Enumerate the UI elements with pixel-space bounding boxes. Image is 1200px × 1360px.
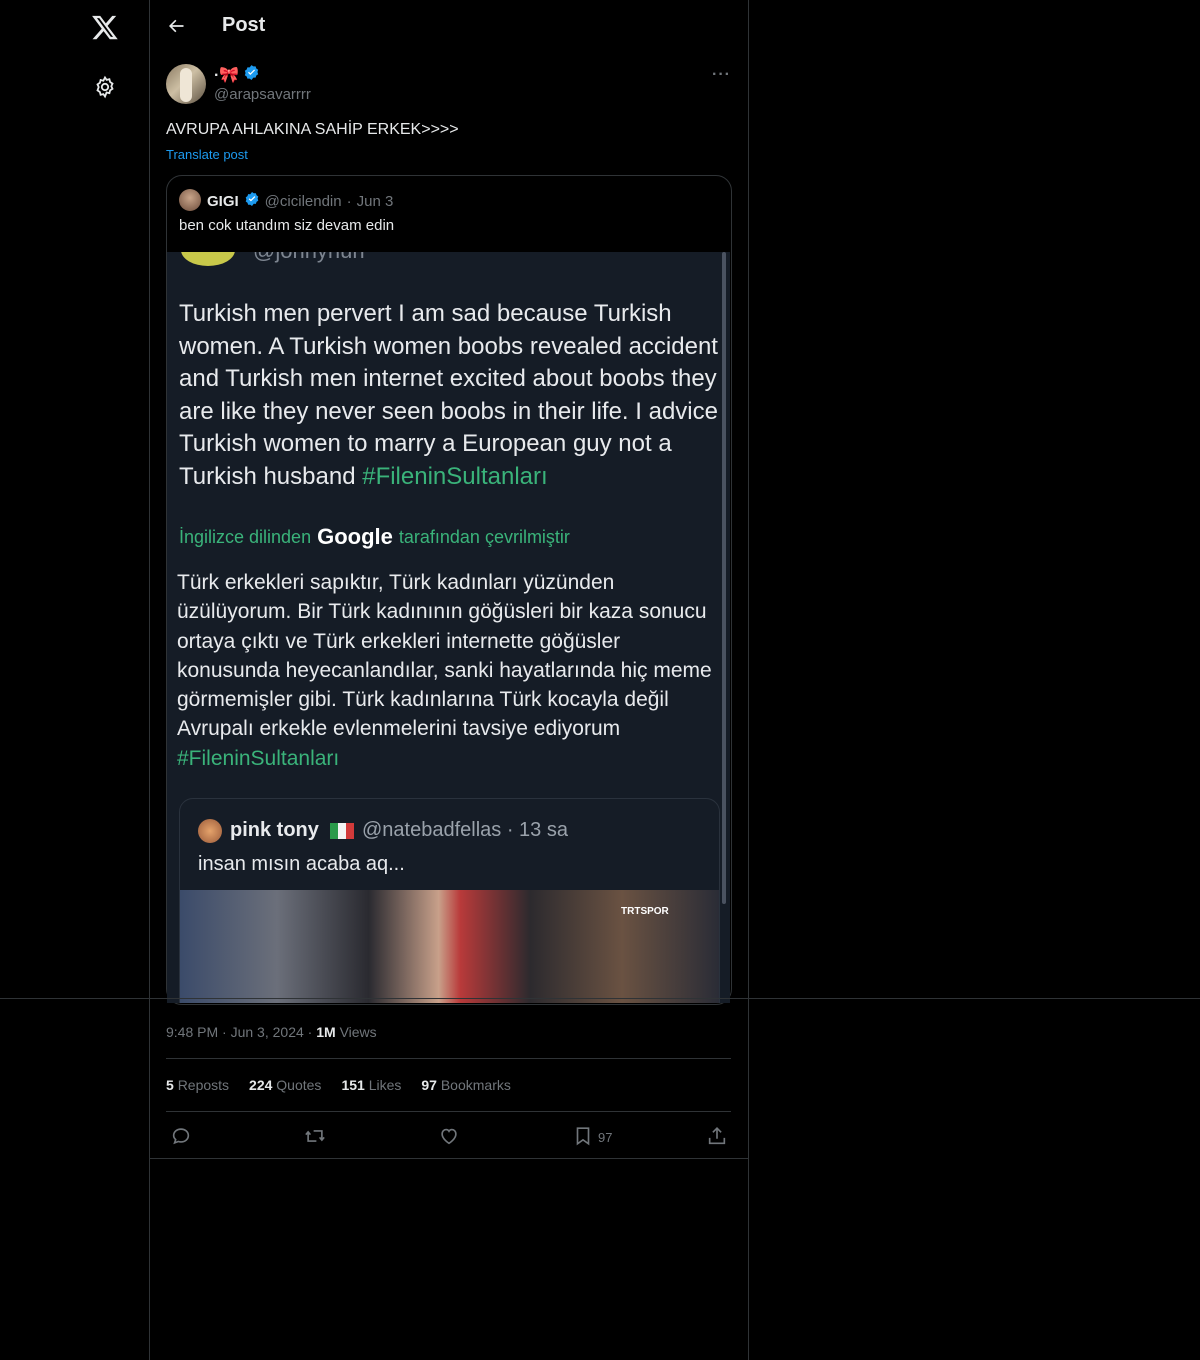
quotes-stat[interactable]: 224 Quotes <box>249 1077 321 1093</box>
media-inner-photo: TRTSPOR <box>180 890 719 1003</box>
bookmark-icon[interactable] <box>572 1125 594 1147</box>
media-english-body: Turkish men pervert I am sad because Tur… <box>179 300 718 490</box>
media-cut-avatar <box>181 252 235 266</box>
timestamp-separator: · <box>222 1024 231 1040</box>
page-title: Post <box>222 14 266 36</box>
divider <box>0 998 1200 999</box>
bookmarks-count: 97 <box>421 1077 437 1093</box>
translate-post-link[interactable]: Translate post <box>166 147 248 162</box>
engagement-stats: 5 Reposts 224 Quotes 151 Likes 97 Bookma… <box>166 1077 511 1093</box>
media-translated-prefix: İngilizce dilinden <box>179 526 312 547</box>
media-inner-quote-card: pink tony @natebadfellas · 13 sa insan m… <box>179 798 720 1003</box>
quote-separator: · <box>346 192 352 210</box>
views-label: Views <box>339 1024 377 1040</box>
quote-text: ben cok utandım siz devam edin <box>179 217 395 234</box>
x-logo-icon[interactable] <box>90 12 120 42</box>
likes-stat[interactable]: 151 Likes <box>341 1077 401 1093</box>
media-english-hashtag: #FileninSultanları <box>362 462 548 490</box>
author-name-row[interactable]: ·🎀 <box>214 64 260 86</box>
post-timestamp-row: 9:48 PM · Jun 3, 2024 · 1M Views <box>166 1024 377 1040</box>
bookmark-action-count: 97 <box>598 1130 613 1145</box>
quote-handle: @cicilendin <box>264 192 342 210</box>
quote-date: Jun 3 <box>356 192 394 210</box>
bookmarks-label: Bookmarks <box>440 1077 511 1093</box>
quote-media-image[interactable]: @johnyhurr Turkish men pervert I am sad … <box>167 252 730 1003</box>
author-display-name[interactable]: ·🎀 <box>214 65 239 85</box>
bookmarks-stat[interactable]: 97 Bookmarks <box>421 1077 511 1093</box>
gear-icon[interactable] <box>92 74 118 100</box>
likes-label: Likes <box>368 1077 402 1093</box>
quote-header: GIGI @cicilendin · Jun 3 <box>207 191 393 211</box>
post-time[interactable]: 9:48 PM <box>166 1024 218 1040</box>
more-options-icon[interactable]: ··· <box>712 66 731 84</box>
avatar[interactable] <box>166 64 206 104</box>
share-icon[interactable] <box>706 1125 728 1147</box>
quotes-label: Quotes <box>276 1077 322 1093</box>
media-inner-name: pink tony <box>230 819 319 841</box>
verified-badge-icon <box>244 191 260 211</box>
media-scrollbar <box>722 252 726 904</box>
verified-badge-icon <box>243 64 260 86</box>
divider <box>166 1058 731 1059</box>
views-count: 1M <box>316 1024 336 1040</box>
italy-flag-icon <box>330 823 354 839</box>
author-handle[interactable]: @arapsavarrrr <box>214 86 311 103</box>
google-logo: Google <box>317 524 393 549</box>
media-cut-handle: @johnyhurr <box>253 252 367 264</box>
back-arrow-icon[interactable] <box>166 16 188 38</box>
media-english-text: Turkish men pervert I am sad because Tur… <box>179 298 724 493</box>
media-turkish-body: Türk erkekleri sapıktır, Türk kadınları … <box>177 571 712 741</box>
post-text: AVRUPA AHLAKINA SAHİP ERKEK>>>> <box>166 121 459 138</box>
media-translation-note: İngilizce dilinden Google tarafından çev… <box>179 524 570 550</box>
repost-icon[interactable] <box>304 1125 326 1147</box>
media-turkish-hashtag: #FileninSultanları <box>177 746 340 770</box>
reposts-stat[interactable]: 5 Reposts <box>166 1077 229 1093</box>
quote-display-name: GIGI <box>207 192 239 210</box>
reposts-label: Reposts <box>177 1077 230 1093</box>
column-right-border <box>748 0 749 1360</box>
quotes-count: 224 <box>249 1077 273 1093</box>
media-inner-handle-time: @natebadfellas · 13 sa <box>362 819 568 841</box>
media-inner-avatar <box>198 819 222 843</box>
reply-icon[interactable] <box>170 1125 192 1147</box>
reposts-count: 5 <box>166 1077 174 1093</box>
media-translated-suffix: tarafından çevrilmiştir <box>398 526 570 547</box>
quote-avatar <box>179 189 201 211</box>
likes-count: 151 <box>341 1077 365 1093</box>
trtspor-logo: TRTSPOR <box>621 906 669 917</box>
post-date[interactable]: Jun 3, 2024 <box>231 1024 304 1040</box>
divider <box>166 1111 731 1112</box>
media-turkish-text: Türk erkekleri sapıktır, Türk kadınları … <box>177 568 725 773</box>
media-inner-text: insan mısın acaba aq... <box>198 853 405 875</box>
like-heart-icon[interactable] <box>438 1125 460 1147</box>
timestamp-separator: · <box>307 1024 317 1040</box>
column-left-border <box>149 0 150 1360</box>
divider <box>150 1158 748 1159</box>
